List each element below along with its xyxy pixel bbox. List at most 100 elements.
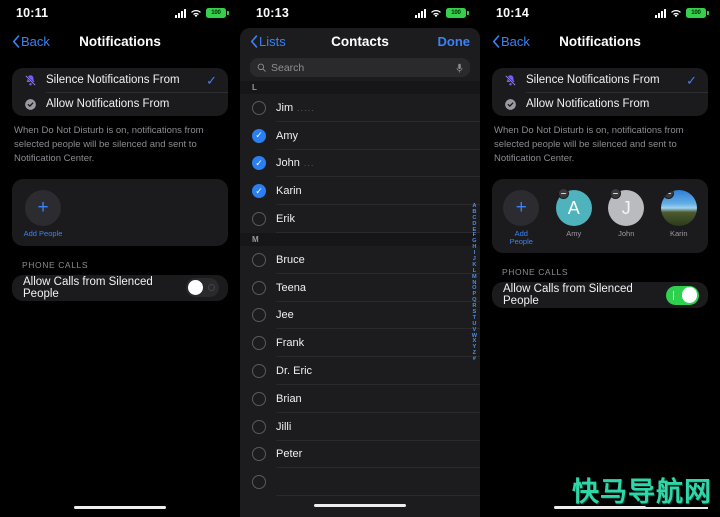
list-item[interactable]: Jim..... xyxy=(240,94,480,122)
section-index-header: M xyxy=(240,232,480,246)
person-label: Amy xyxy=(566,229,582,239)
select-circle[interactable] xyxy=(252,419,266,434)
avatar-initial: J xyxy=(621,197,631,218)
chevron-left-icon xyxy=(492,34,500,48)
select-circle[interactable] xyxy=(252,447,266,462)
avatar-initial: A xyxy=(567,197,580,218)
battery-level: 100 xyxy=(451,10,461,16)
bell-slash-icon xyxy=(503,73,518,88)
select-circle[interactable] xyxy=(252,364,266,379)
list-item[interactable]: Brian xyxy=(240,385,480,413)
status-bar: 10:13 100 xyxy=(240,0,480,26)
search-icon xyxy=(257,63,266,72)
battery-level: 100 xyxy=(211,10,221,16)
person-amy[interactable]: A Amy xyxy=(555,188,594,245)
battery-icon: 100 xyxy=(446,8,469,18)
signal-bars-icon xyxy=(655,8,666,18)
microphone-icon[interactable] xyxy=(456,63,463,73)
contact-name: Teena xyxy=(276,281,306,294)
select-circle[interactable] xyxy=(252,128,266,143)
allow-calls-toggle[interactable] xyxy=(666,285,699,305)
remove-badge-icon[interactable] xyxy=(557,188,569,200)
back-button[interactable]: Back xyxy=(492,34,530,49)
alphabet-index[interactable]: A B C D E F G H I J K L M N O P Q R S T xyxy=(472,203,477,363)
section-header-phone-calls: PHONE CALLS xyxy=(22,259,89,270)
list-item[interactable]: Bruce xyxy=(240,246,480,274)
contact-name: Karin xyxy=(276,185,302,198)
list-item[interactable]: Frank xyxy=(240,329,480,357)
remove-badge-icon[interactable] xyxy=(610,188,622,200)
select-circle[interactable] xyxy=(252,475,266,490)
select-circle[interactable] xyxy=(252,252,266,267)
avatar xyxy=(660,190,697,227)
section-header-phone-calls: PHONE CALLS xyxy=(502,267,569,278)
list-item[interactable]: Jilli xyxy=(240,413,480,441)
done-button[interactable]: Done xyxy=(438,34,471,49)
allow-calls-toggle[interactable] xyxy=(186,278,219,298)
list-item[interactable]: Dr. Eric xyxy=(240,357,480,385)
select-circle[interactable] xyxy=(252,212,266,227)
allow-calls-label: Allow Calls from Silenced People xyxy=(503,283,633,308)
screenshot-stage: 10:11 100 Back Notifications Silence Not… xyxy=(0,0,720,517)
list-item[interactable]: Amy xyxy=(240,122,480,150)
signal-bars-icon xyxy=(415,8,426,18)
chevron-left-icon xyxy=(250,34,258,48)
list-item[interactable]: Teena xyxy=(240,274,480,302)
footnote-text: When Do Not Disturb is on, notifications… xyxy=(14,125,204,164)
lists-back-button[interactable]: Lists xyxy=(250,34,286,49)
status-bar: 10:11 100 xyxy=(0,0,240,26)
select-circle[interactable] xyxy=(252,184,266,199)
select-circle[interactable] xyxy=(252,308,266,323)
plus-icon: + xyxy=(37,196,49,218)
contacts-list[interactable]: L Jim..... Amy John... Karin Erik M Bruc… xyxy=(240,81,480,496)
list-item[interactable]: John... xyxy=(240,150,480,178)
select-circle[interactable] xyxy=(252,336,266,351)
option-allow-notifications[interactable]: Allow Notifications From xyxy=(12,92,228,116)
person-label: John xyxy=(618,229,635,239)
person-john[interactable]: J John xyxy=(607,188,646,245)
add-people-button[interactable]: + Add People xyxy=(502,190,541,245)
search-input[interactable]: Search xyxy=(250,58,470,77)
status-indicators: 100 xyxy=(655,8,709,18)
select-circle[interactable] xyxy=(252,391,266,406)
allow-calls-row: Allow Calls from Silenced People xyxy=(12,274,228,301)
select-circle[interactable] xyxy=(252,156,266,171)
list-item-partial[interactable] xyxy=(240,468,480,496)
person-label: Karin xyxy=(669,229,688,239)
phone-panel-notifications-before: 10:11 100 Back Notifications Silence Not… xyxy=(0,0,240,517)
notification-mode-group: Silence Notifications From ✓ Allow Notif… xyxy=(492,68,708,116)
toggle-knob xyxy=(681,287,698,303)
person-karin[interactable]: Karin xyxy=(660,190,699,245)
option-silence-notifications[interactable]: Silence Notifications From ✓ xyxy=(12,68,228,92)
footnote-text: When Do Not Disturb is on, notifications… xyxy=(494,125,684,164)
list-item[interactable]: Karin xyxy=(240,177,480,205)
list-item[interactable]: Jee xyxy=(240,302,480,330)
home-indicator xyxy=(314,503,406,507)
allow-calls-label: Allow Calls from Silenced People xyxy=(23,275,153,300)
phone-panel-contacts-picker: 10:13 100 Lists Contacts Done Search L J… xyxy=(240,0,480,517)
contact-name: Peter xyxy=(276,448,303,461)
allow-calls-row: Allow Calls from Silenced People xyxy=(492,282,708,309)
status-bar: 10:14 100 xyxy=(480,0,720,26)
avatar: A xyxy=(555,188,592,227)
back-label: Back xyxy=(21,33,50,49)
contact-name: Dr. Eric xyxy=(276,365,313,378)
list-item[interactable]: Peter xyxy=(240,441,480,469)
select-circle[interactable] xyxy=(252,280,266,295)
lists-label: Lists xyxy=(259,33,286,49)
back-button[interactable]: Back xyxy=(12,34,50,49)
toggle-on-mark xyxy=(672,290,675,300)
option-silence-notifications[interactable]: Silence Notifications From ✓ xyxy=(492,68,708,92)
avatar-add: + xyxy=(503,190,540,227)
plus-icon: + xyxy=(515,196,527,218)
contact-name: Brian xyxy=(276,392,302,405)
select-circle[interactable] xyxy=(252,100,266,115)
option-allow-notifications[interactable]: Allow Notifications From xyxy=(492,92,708,116)
toggle-off-mark xyxy=(208,284,215,291)
person-label: Add People xyxy=(23,229,63,239)
list-item[interactable]: Erik xyxy=(240,205,480,233)
alpha-letter[interactable]: # xyxy=(473,357,476,363)
add-people-button[interactable]: + Add People xyxy=(22,190,64,238)
badge-check-icon xyxy=(23,97,38,112)
person-label: Add People xyxy=(509,229,533,246)
